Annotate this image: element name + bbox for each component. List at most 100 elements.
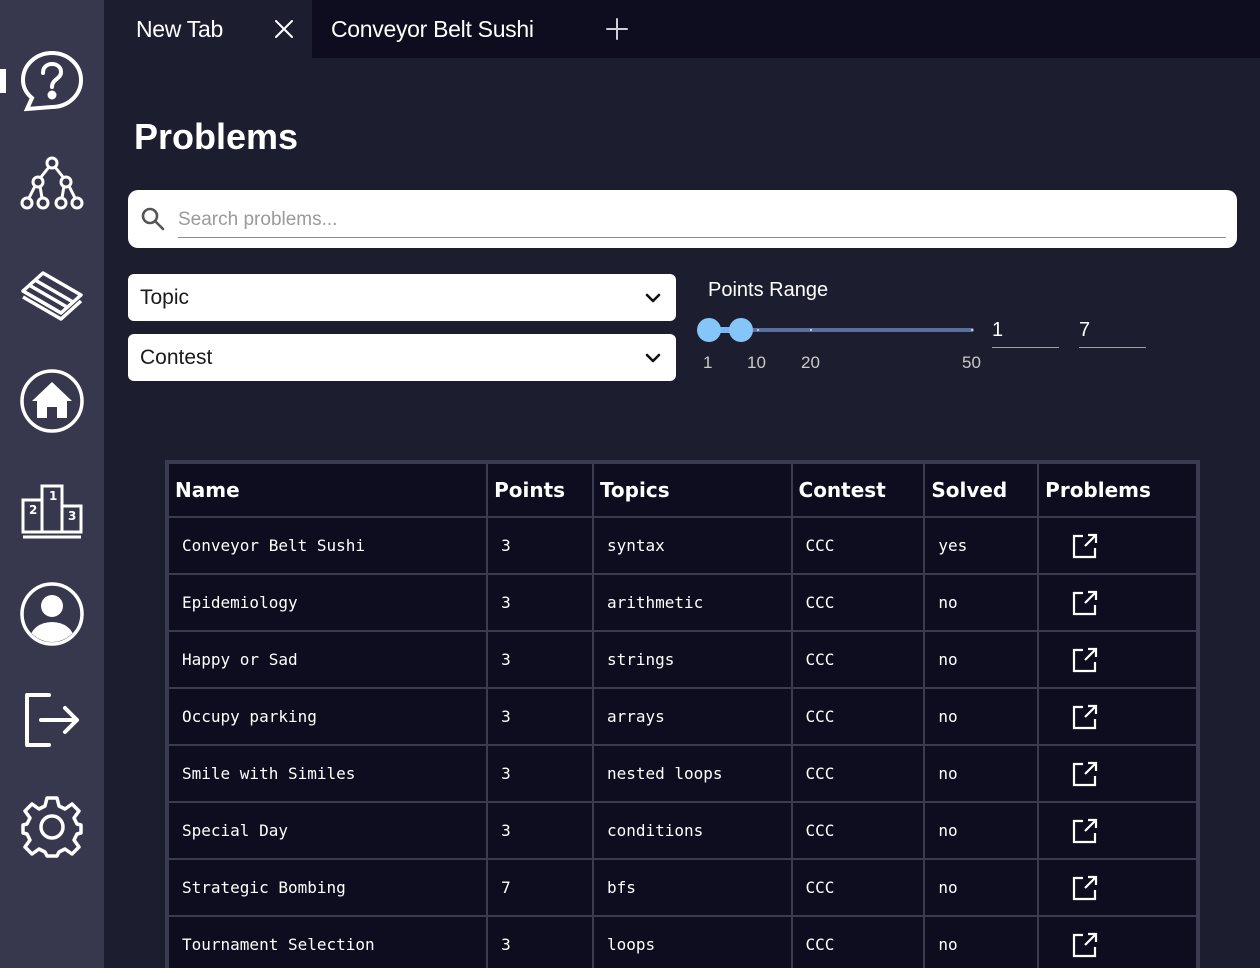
problem-name: Conveyor Belt Sushi [166, 516, 489, 575]
problem-points: 3 [486, 687, 594, 746]
problem-topics: arrays [591, 687, 793, 746]
table-row[interactable]: Tournament Selection 3 loops CCC no [166, 915, 1198, 968]
points-range-label: Points Range [708, 279, 829, 301]
logout-icon [25, 693, 79, 747]
sidebar-item-tree[interactable] [0, 143, 104, 233]
problem-solved: no [923, 573, 1040, 632]
table-row[interactable]: Special Day 3 conditions CCC no [166, 801, 1198, 860]
points-range-max-thumb[interactable] [729, 318, 753, 342]
table-row[interactable]: Epidemiology 3 arithmetic CCC no [166, 573, 1198, 632]
problem-open-cell [1037, 915, 1198, 968]
topic-dropdown-label: Topic [140, 286, 190, 309]
tab-new-tab[interactable]: New Tab [104, 0, 312, 58]
slider-tick [971, 329, 973, 331]
column-header-problems[interactable]: Problems [1037, 462, 1198, 518]
plus-icon[interactable] [604, 16, 630, 42]
problem-solved: no [923, 687, 1040, 746]
close-icon[interactable] [272, 17, 296, 41]
tab-label: New Tab [136, 15, 223, 42]
slider-tick-label: 10 [747, 353, 766, 372]
topic-dropdown[interactable]: Topic [128, 274, 676, 321]
column-header-points[interactable]: Points [486, 462, 594, 518]
problem-contest: CCC [790, 630, 926, 689]
problem-points: 3 [486, 630, 594, 689]
tab-conveyor-belt-sushi[interactable]: Conveyor Belt Sushi [331, 0, 534, 58]
table-header-row: Name Points Topics Contest Solved Proble… [166, 462, 1198, 518]
column-header-contest[interactable]: Contest [790, 462, 926, 518]
problem-open-cell [1037, 573, 1198, 632]
home-icon [20, 369, 84, 433]
column-header-solved[interactable]: Solved [923, 462, 1040, 518]
search-icon [141, 207, 165, 231]
podium-icon: 1 2 3 [21, 484, 83, 539]
problem-contest: CCC [790, 915, 926, 968]
points-min-input[interactable] [992, 314, 1059, 348]
problem-name: Epidemiology [166, 573, 489, 632]
problem-contest: CCC [790, 687, 926, 746]
problem-solved: yes [923, 516, 1040, 575]
column-header-topics[interactable]: Topics [591, 462, 793, 518]
sidebar-item-profile[interactable] [0, 569, 104, 659]
problem-name: Special Day [166, 801, 489, 860]
problem-solved: no [923, 915, 1040, 968]
problem-points: 3 [486, 573, 594, 632]
chevron-down-icon [645, 353, 661, 363]
problem-topics: loops [591, 915, 793, 968]
open-external-icon[interactable] [1071, 703, 1099, 731]
problem-contest: CCC [790, 516, 926, 575]
problem-topics: syntax [591, 516, 793, 575]
sidebar-item-help[interactable] [0, 37, 104, 127]
problem-topics: conditions [591, 801, 793, 860]
problem-name: Occupy parking [166, 687, 489, 746]
problem-contest: CCC [790, 744, 926, 803]
open-external-icon[interactable] [1071, 646, 1099, 674]
table-row[interactable]: Occupy parking 3 arrays CCC no [166, 687, 1198, 746]
table-row[interactable]: Happy or Sad 3 strings CCC no [166, 630, 1198, 689]
sidebar-item-layers[interactable] [0, 249, 104, 339]
slider-tick [810, 329, 812, 331]
problem-solved: no [923, 630, 1040, 689]
open-external-icon[interactable] [1071, 931, 1099, 959]
problem-name: Tournament Selection [166, 915, 489, 968]
table-row[interactable]: Smile with Similes 3 nested loops CCC no [166, 744, 1198, 803]
problem-open-cell [1037, 516, 1198, 575]
open-external-icon[interactable] [1071, 760, 1099, 788]
profile-icon [20, 582, 84, 646]
tree-icon [20, 156, 84, 210]
problem-name: Strategic Bombing [166, 858, 489, 917]
table-row[interactable]: Strategic Bombing 7 bfs CCC no [166, 858, 1198, 917]
column-header-name[interactable]: Name [166, 462, 489, 518]
sidebar-item-logout[interactable] [0, 675, 104, 765]
open-external-icon[interactable] [1071, 817, 1099, 845]
problem-name: Smile with Similes [166, 744, 489, 803]
svg-text:1: 1 [49, 489, 57, 503]
problem-points: 3 [486, 801, 594, 860]
contest-dropdown[interactable]: Contest [128, 334, 676, 381]
open-external-icon[interactable] [1071, 874, 1099, 902]
svg-text:2: 2 [29, 503, 37, 517]
problem-solved: no [923, 744, 1040, 803]
open-external-icon[interactable] [1071, 589, 1099, 617]
table-row[interactable]: Conveyor Belt Sushi 3 syntax CCC yes [166, 516, 1198, 575]
problem-solved: no [923, 801, 1040, 860]
problem-open-cell [1037, 801, 1198, 860]
problem-solved: no [923, 858, 1040, 917]
problem-topics: strings [591, 630, 793, 689]
search-input[interactable] [178, 202, 1226, 238]
sidebar-item-settings[interactable] [0, 782, 104, 872]
problem-topics: nested loops [591, 744, 793, 803]
problem-points: 3 [486, 744, 594, 803]
points-range-min-thumb[interactable] [697, 318, 721, 342]
slider-tick-label: 50 [962, 353, 981, 372]
contest-dropdown-label: Contest [140, 346, 213, 369]
layers-icon [21, 271, 83, 321]
points-max-input[interactable] [1079, 314, 1146, 348]
sidebar-item-home[interactable] [0, 356, 104, 446]
open-external-icon[interactable] [1071, 532, 1099, 560]
problems-table: Name Points Topics Contest Solved Proble… [165, 460, 1200, 968]
slider-tick-label: 1 [703, 353, 713, 372]
tab-label: Conveyor Belt Sushi [331, 15, 534, 42]
sidebar: 1 2 3 [0, 0, 104, 968]
sidebar-item-leaderboard[interactable]: 1 2 3 [0, 462, 104, 552]
help-icon [20, 50, 84, 112]
